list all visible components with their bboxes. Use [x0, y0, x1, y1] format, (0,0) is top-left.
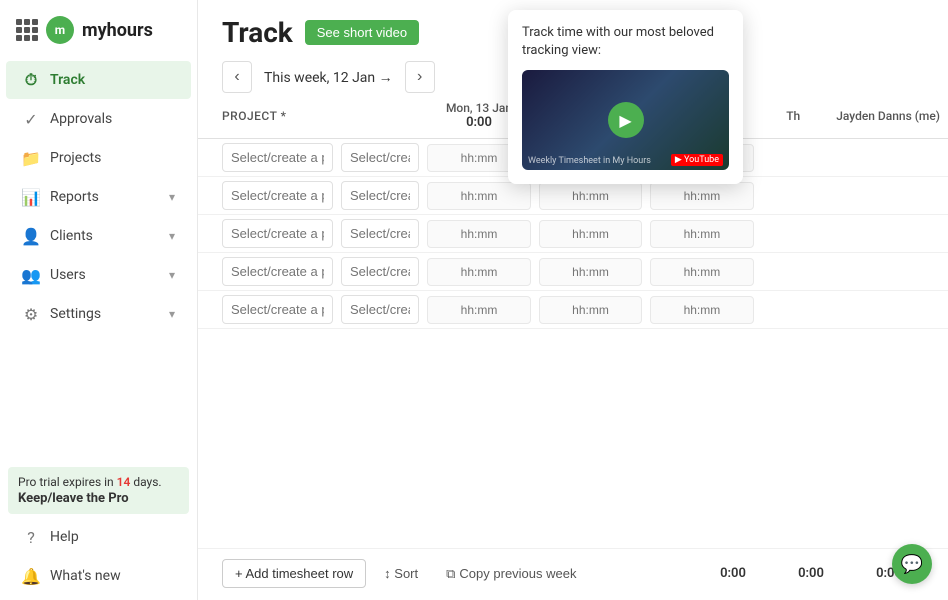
total-row: 0:00 0:00 0:00: [698, 566, 924, 581]
task-input[interactable]: [341, 257, 419, 286]
page-title: Track: [222, 16, 293, 49]
main-content: Track See short video ‹ This week, 12 Ja…: [198, 0, 948, 600]
project-input[interactable]: [222, 219, 333, 248]
add-timesheet-row-button[interactable]: + Add timesheet row: [222, 559, 366, 588]
time-input[interactable]: [539, 220, 641, 248]
sidebar-item-whats-new[interactable]: 🔔 What's new: [6, 557, 191, 595]
time-input[interactable]: [427, 182, 532, 210]
time-input[interactable]: [539, 296, 641, 324]
project-input[interactable]: [222, 181, 333, 210]
pro-trial-banner: Pro trial expires in 14 days. Keep/leave…: [8, 467, 189, 514]
video-thumbnail[interactable]: ▶ Weekly Timesheet in My Hours ▶ YouTube: [522, 70, 729, 170]
chat-bubble-button[interactable]: 💬: [892, 544, 932, 584]
sidebar-item-reports[interactable]: 📊 Reports ▾: [6, 178, 191, 216]
reports-icon: 📊: [22, 188, 40, 206]
sidebar-item-clients[interactable]: 👤 Clients ▾: [6, 217, 191, 255]
sidebar-nav: ⏱ Track ✓ Approvals 📁 Projects 📊 Reports…: [0, 56, 197, 455]
day-header-th: Th: [758, 93, 828, 139]
sort-button[interactable]: ↕ Sort: [374, 560, 428, 587]
previous-week-button[interactable]: ‹: [222, 61, 252, 93]
chevron-down-icon: ▾: [169, 268, 175, 282]
pro-trial-days: 14: [117, 475, 131, 489]
table-row: [198, 253, 948, 291]
logo-area: m myhours: [0, 0, 197, 56]
sidebar-item-label-reports: Reports: [50, 189, 99, 205]
task-input[interactable]: [341, 219, 419, 248]
sidebar-item-label-track: Track: [50, 72, 85, 88]
table-row: [198, 291, 948, 329]
total-tue: 0:00: [776, 566, 846, 581]
week-label: This week, 12 Jan →: [252, 69, 405, 86]
copy-icon: ⧉: [446, 566, 455, 582]
sidebar-item-label-whats-new: What's new: [50, 568, 121, 584]
sidebar-footer: Pro trial expires in 14 days. Keep/leave…: [0, 455, 197, 600]
users-icon: 👥: [22, 266, 40, 284]
bell-icon: 🔔: [22, 567, 40, 585]
chevron-down-icon: ▾: [169, 307, 175, 321]
youtube-logo: ▶ YouTube: [671, 154, 723, 166]
next-week-button[interactable]: ›: [405, 61, 435, 93]
table-row: [198, 215, 948, 253]
copy-previous-week-button[interactable]: ⧉ Copy previous week: [436, 560, 586, 588]
sidebar-item-settings[interactable]: ⚙ Settings ▾: [6, 295, 191, 333]
time-input[interactable]: [539, 258, 641, 286]
sidebar-item-label-help: Help: [50, 529, 79, 545]
clients-icon: 👤: [22, 227, 40, 245]
sidebar-item-projects[interactable]: 📁 Projects: [6, 139, 191, 177]
keep-leave-pro-link[interactable]: Keep/leave the Pro: [18, 491, 179, 506]
time-input[interactable]: [650, 220, 755, 248]
sidebar-item-label-settings: Settings: [50, 306, 101, 322]
timesheet-footer: + Add timesheet row ↕ Sort ⧉ Copy previo…: [198, 548, 948, 600]
approvals-icon: ✓: [22, 110, 40, 128]
play-button[interactable]: ▶: [608, 102, 644, 138]
task-input[interactable]: [341, 143, 419, 172]
popup-text: Track time with our most beloved trackin…: [522, 24, 729, 60]
time-input[interactable]: [427, 296, 532, 324]
task-input[interactable]: [341, 295, 419, 324]
sidebar-item-label-users: Users: [50, 267, 86, 283]
myhours-logo-icon: m: [46, 16, 74, 44]
time-input[interactable]: [427, 258, 532, 286]
sidebar-item-label-approvals: Approvals: [50, 111, 112, 127]
project-input[interactable]: [222, 257, 333, 286]
sidebar-item-label-clients: Clients: [50, 228, 93, 244]
time-input[interactable]: [539, 182, 641, 210]
video-popup: Track time with our most beloved trackin…: [508, 10, 743, 184]
project-column-header: PROJECT *: [198, 93, 337, 139]
task-column-header: [337, 93, 423, 139]
chevron-down-icon: ▾: [169, 190, 175, 204]
projects-icon: 📁: [22, 149, 40, 167]
task-input[interactable]: [341, 181, 419, 210]
user-name-header: Jayden Danns (me): [828, 93, 948, 139]
sidebar: m myhours ⏱ Track ✓ Approvals 📁 Projects…: [0, 0, 198, 600]
sidebar-item-track[interactable]: ⏱ Track: [6, 61, 191, 99]
project-input[interactable]: [222, 295, 333, 324]
time-input[interactable]: [427, 220, 532, 248]
project-input[interactable]: [222, 143, 333, 172]
video-label: Weekly Timesheet in My Hours: [528, 156, 651, 166]
sidebar-item-help[interactable]: ? Help: [6, 518, 191, 556]
time-input[interactable]: [650, 182, 755, 210]
grid-icon: [16, 19, 38, 41]
app-name: myhours: [82, 20, 153, 41]
chevron-down-icon: ▾: [169, 229, 175, 243]
pro-trial-text: Pro trial expires in 14 days.: [18, 475, 162, 489]
day-name-th: Th: [766, 109, 820, 123]
help-icon: ?: [22, 528, 40, 546]
time-input[interactable]: [650, 296, 755, 324]
track-icon: ⏱: [22, 71, 40, 89]
see-short-video-button[interactable]: See short video: [305, 20, 419, 45]
total-mon: 0:00: [698, 566, 768, 581]
sidebar-item-label-projects: Projects: [50, 150, 101, 166]
sidebar-item-users[interactable]: 👥 Users ▾: [6, 256, 191, 294]
time-input[interactable]: [650, 258, 755, 286]
sidebar-item-approvals[interactable]: ✓ Approvals: [6, 100, 191, 138]
settings-icon: ⚙: [22, 305, 40, 323]
